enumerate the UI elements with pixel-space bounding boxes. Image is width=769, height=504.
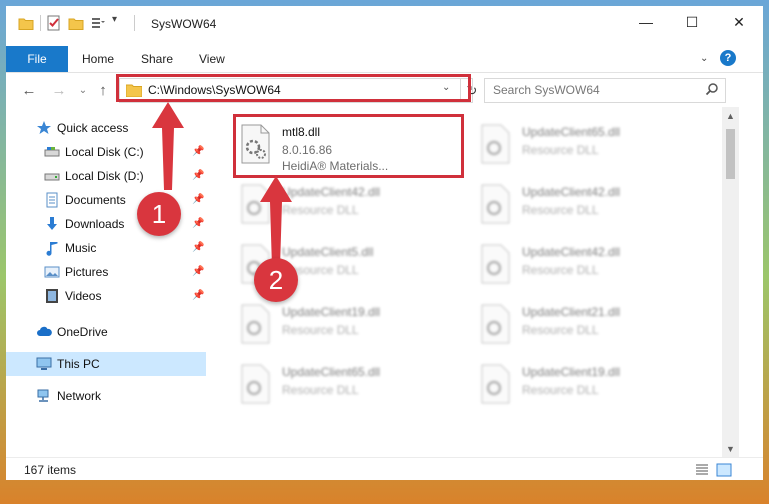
maximize-button[interactable]: ☐: [669, 6, 715, 38]
sidebar-item-music[interactable]: Music 📌: [6, 236, 206, 260]
item-count: 167 items: [24, 463, 77, 477]
scroll-up-icon[interactable]: ▲: [722, 107, 739, 124]
scroll-thumb[interactable]: [726, 129, 735, 179]
large-icons-view-icon[interactable]: [716, 462, 732, 478]
sidebar-item-label: OneDrive: [57, 325, 108, 339]
drive-icon: [44, 173, 60, 181]
navigation-bar: ← → ⌄ ↑ C:\Windows\SysWOW64 ⌄ ↻ Search S…: [6, 73, 763, 107]
tab-view[interactable]: View: [199, 46, 225, 72]
sidebar-item-label: This PC: [57, 357, 100, 371]
drive-icon: [44, 147, 60, 157]
file-tile[interactable]: UpdateClient19.dll Resource DLL: [234, 297, 464, 353]
forward-arrow-icon[interactable]: →: [48, 79, 70, 101]
file-name: UpdateClient19.dll: [522, 365, 621, 379]
file-type: Resource DLL: [522, 143, 599, 157]
file-tile[interactable]: UpdateClient65.dll Resource DLL: [234, 357, 464, 413]
status-bar: 167 items: [6, 457, 763, 480]
file-name: UpdateClient65.dll: [282, 365, 381, 379]
toolbar-separator: [134, 15, 135, 31]
file-tile[interactable]: UpdateClient65.dll Resource DLL: [474, 117, 704, 173]
dll-file-icon: [481, 184, 510, 224]
tab-home[interactable]: Home: [82, 46, 114, 72]
file-name: UpdateClient42.dll: [522, 245, 621, 259]
pin-icon[interactable]: 📌: [192, 290, 204, 302]
file-tile[interactable]: UpdateClient42.dll Resource DLL: [474, 177, 704, 233]
folder-icon[interactable]: [18, 15, 34, 31]
properties-icon[interactable]: [46, 15, 62, 31]
file-type: Resource DLL: [522, 323, 599, 337]
annotation-badge-1: 1: [137, 192, 181, 236]
dll-file-icon: [481, 124, 510, 164]
sidebar-item-this-pc[interactable]: This PC: [6, 352, 206, 376]
annotation-badge-2: 2: [254, 258, 298, 302]
sidebar-item-label: Quick access: [57, 121, 129, 135]
file-name: UpdateClient42.dll: [522, 185, 621, 199]
network-icon: [37, 389, 49, 402]
sidebar-item-label: Local Disk (C:): [65, 145, 144, 159]
download-icon: [47, 217, 57, 230]
file-tile[interactable]: UpdateClient19.dll Resource DLL: [474, 357, 704, 413]
recent-locations-chevron-icon[interactable]: ⌄: [72, 79, 94, 101]
sidebar-item-network[interactable]: Network: [6, 384, 206, 408]
computer-icon: [36, 357, 52, 370]
toolbar-separator: [40, 15, 41, 31]
file-tile[interactable]: UpdateClient42.dll Resource DLL: [474, 237, 704, 293]
sidebar-item-onedrive[interactable]: OneDrive: [6, 320, 206, 344]
customize-toolbar-icon[interactable]: [90, 15, 106, 31]
up-arrow-icon[interactable]: ↑: [92, 79, 114, 101]
file-type: Resource DLL: [522, 203, 599, 217]
tab-file[interactable]: File: [6, 46, 68, 72]
details-view-icon[interactable]: [694, 462, 710, 478]
file-type: Resource DLL: [522, 263, 599, 277]
file-type: Resource DLL: [282, 323, 359, 337]
dll-file-icon: [241, 304, 270, 344]
search-placeholder: Search SysWOW64: [493, 83, 600, 97]
pin-icon[interactable]: 📌: [192, 266, 204, 278]
scroll-down-icon[interactable]: ▼: [722, 440, 739, 457]
sidebar-item-label: Music: [65, 241, 97, 255]
sidebar-item-pictures[interactable]: Pictures 📌: [6, 260, 206, 284]
sidebar-item-label: Local Disk (D:): [65, 169, 144, 183]
file-name: UpdateClient19.dll: [282, 305, 381, 319]
music-icon: [46, 242, 58, 256]
sidebar-item-videos[interactable]: Videos 📌: [6, 284, 206, 308]
window-title: SysWOW64: [151, 17, 217, 31]
sidebar-item-label: Downloads: [65, 217, 125, 231]
quick-access-dropdown-icon[interactable]: ▾: [112, 14, 128, 30]
pictures-icon: [44, 266, 60, 278]
new-folder-icon[interactable]: [68, 15, 84, 31]
close-button[interactable]: ✕: [716, 6, 762, 38]
ribbon-expand-icon[interactable]: ⌄: [700, 50, 714, 66]
pin-icon[interactable]: 📌: [192, 242, 204, 254]
file-name: UpdateClient21.dll: [522, 305, 621, 319]
dll-file-icon: [481, 304, 510, 344]
explorer-window: ▾ SysWOW64 — ☐ ✕ File Home Share View ⌄ …: [6, 6, 763, 480]
dll-file-icon: [481, 364, 510, 404]
dll-file-icon: [241, 364, 270, 404]
file-type: Resource DLL: [522, 383, 599, 397]
file-type: Resource DLL: [282, 383, 359, 397]
search-input[interactable]: Search SysWOW64: [484, 78, 726, 103]
help-icon[interactable]: ?: [720, 50, 736, 66]
tab-share[interactable]: Share: [141, 46, 173, 72]
dll-file-icon: [481, 244, 510, 284]
file-name: UpdateClient65.dll: [522, 125, 621, 139]
ribbon-tabs: File Home Share View ⌄ ?: [6, 46, 763, 73]
sidebar-item-label: Videos: [65, 289, 102, 303]
cloud-icon: [37, 326, 52, 336]
title-bar: ▾ SysWOW64 — ☐ ✕: [6, 6, 763, 42]
sidebar-item-label: Network: [57, 389, 102, 403]
star-icon: [37, 121, 51, 134]
sidebar-item-label: Documents: [65, 193, 126, 207]
vertical-scrollbar[interactable]: ▲ ▼: [722, 107, 739, 457]
file-highlight-box: [233, 114, 464, 178]
file-tile[interactable]: UpdateClient21.dll Resource DLL: [474, 297, 704, 353]
documents-icon: [46, 192, 58, 208]
videos-icon: [46, 289, 58, 303]
search-icon[interactable]: [705, 82, 719, 96]
minimize-button[interactable]: —: [623, 6, 669, 38]
back-arrow-icon[interactable]: ←: [18, 79, 40, 101]
sidebar-item-label: Pictures: [65, 265, 109, 279]
